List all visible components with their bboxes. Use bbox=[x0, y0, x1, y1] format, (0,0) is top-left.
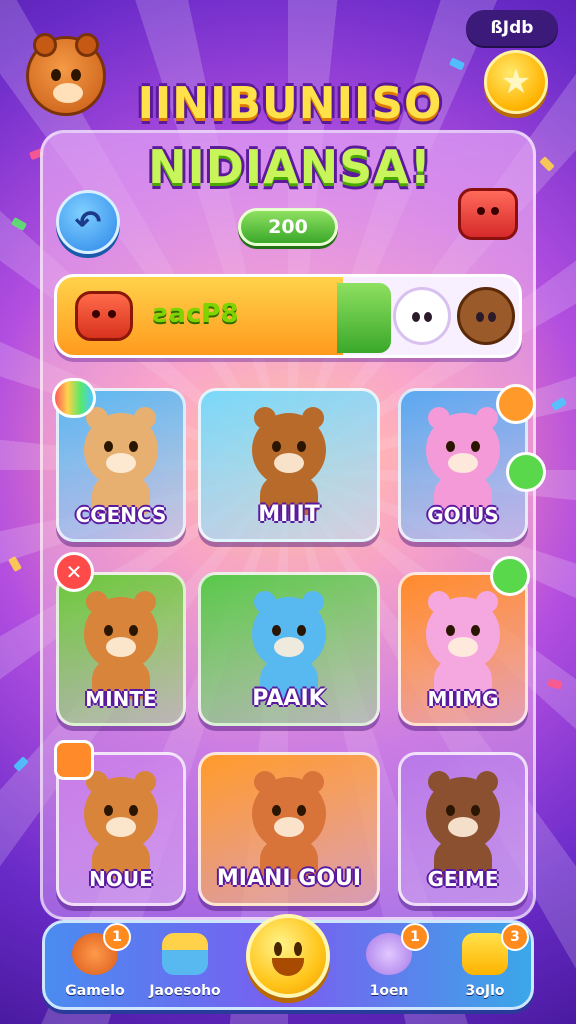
score-pill: 200 bbox=[238, 208, 338, 246]
pet-card[interactable]: MIANI GOUI bbox=[198, 752, 380, 906]
star-icon[interactable]: ★ bbox=[484, 50, 548, 114]
pet-character bbox=[426, 771, 500, 879]
pet-card-label: MIIMG bbox=[427, 687, 499, 711]
gamepad-icon bbox=[75, 291, 133, 341]
pet-card[interactable]: GEIME bbox=[398, 752, 528, 906]
nav-item-3ojlo[interactable]: 3 3oJlo bbox=[437, 923, 533, 1013]
pet-character bbox=[84, 771, 158, 879]
pet-card-label: NOUE bbox=[89, 867, 153, 891]
white-cat-icon[interactable] bbox=[393, 287, 451, 345]
pet-character bbox=[252, 591, 326, 699]
pet-character bbox=[426, 407, 500, 515]
close-icon[interactable]: ✕ bbox=[54, 552, 94, 592]
pet-character bbox=[252, 407, 326, 515]
pet-card[interactable]: PAAIK bbox=[198, 572, 380, 726]
color-palette-icon[interactable] bbox=[54, 740, 94, 780]
nav-count-badge: 1 bbox=[401, 923, 429, 951]
progress-tip bbox=[337, 283, 391, 353]
rainbow-capsule-icon[interactable] bbox=[52, 378, 96, 418]
pet-character bbox=[84, 591, 158, 699]
nav-label: 3oJlo bbox=[465, 983, 505, 999]
orange-orb-icon[interactable] bbox=[496, 384, 536, 424]
top-badge[interactable]: ßJdb bbox=[466, 10, 558, 46]
confetti bbox=[8, 555, 22, 573]
green-dot-icon[interactable] bbox=[506, 452, 546, 492]
confetti bbox=[550, 397, 568, 411]
brown-bear-icon[interactable] bbox=[457, 287, 515, 345]
pet-card[interactable]: MINTE bbox=[56, 572, 186, 726]
confetti bbox=[547, 678, 563, 690]
smiley-play-button[interactable] bbox=[246, 914, 330, 998]
pet-card[interactable]: MIIIT bbox=[198, 388, 380, 542]
nav-label: Gamelo bbox=[65, 983, 125, 999]
pet-character bbox=[84, 407, 158, 515]
confetti bbox=[13, 756, 29, 772]
confetti bbox=[539, 156, 555, 172]
nav-count-badge: 3 bbox=[501, 923, 529, 951]
game-title-line2: NIDIANSA! bbox=[148, 140, 432, 194]
progress-label: ƨacP8 bbox=[153, 299, 239, 329]
nav-item-1oen[interactable]: 1 1oen bbox=[341, 923, 437, 1013]
pet-card-label: MIANI GOUI bbox=[216, 866, 362, 891]
box-icon bbox=[162, 933, 208, 975]
pet-card-label: PAAIK bbox=[252, 686, 326, 711]
confetti bbox=[448, 57, 466, 71]
confetti bbox=[10, 217, 28, 231]
green-orb-icon[interactable] bbox=[490, 556, 530, 596]
nav-count-badge: 1 bbox=[103, 923, 131, 951]
pet-card-label: CGENCS bbox=[75, 503, 167, 527]
pet-card-label: GOIUS bbox=[427, 503, 499, 527]
level-progress-bar: ƨacP8 bbox=[54, 274, 522, 358]
nav-item-jaoesoho[interactable]: Jaoesoho bbox=[137, 923, 233, 1013]
pet-card-label: MINTE bbox=[85, 687, 157, 711]
pet-character bbox=[426, 591, 500, 699]
nav-label: Jaoesoho bbox=[149, 983, 221, 999]
nav-item-gamelo[interactable]: 1 Gamelo bbox=[47, 923, 143, 1013]
nav-label: 1oen bbox=[369, 983, 409, 999]
pet-card-label: MIIIT bbox=[258, 502, 320, 527]
pet-character bbox=[252, 771, 326, 879]
red-monster-icon[interactable] bbox=[458, 188, 518, 240]
game-title-line1: IINIBUNIISO bbox=[137, 78, 443, 129]
back-arrow-icon[interactable]: ↶ bbox=[56, 190, 120, 254]
mascot-bear bbox=[26, 33, 106, 116]
pet-card-label: GEIME bbox=[427, 867, 499, 891]
